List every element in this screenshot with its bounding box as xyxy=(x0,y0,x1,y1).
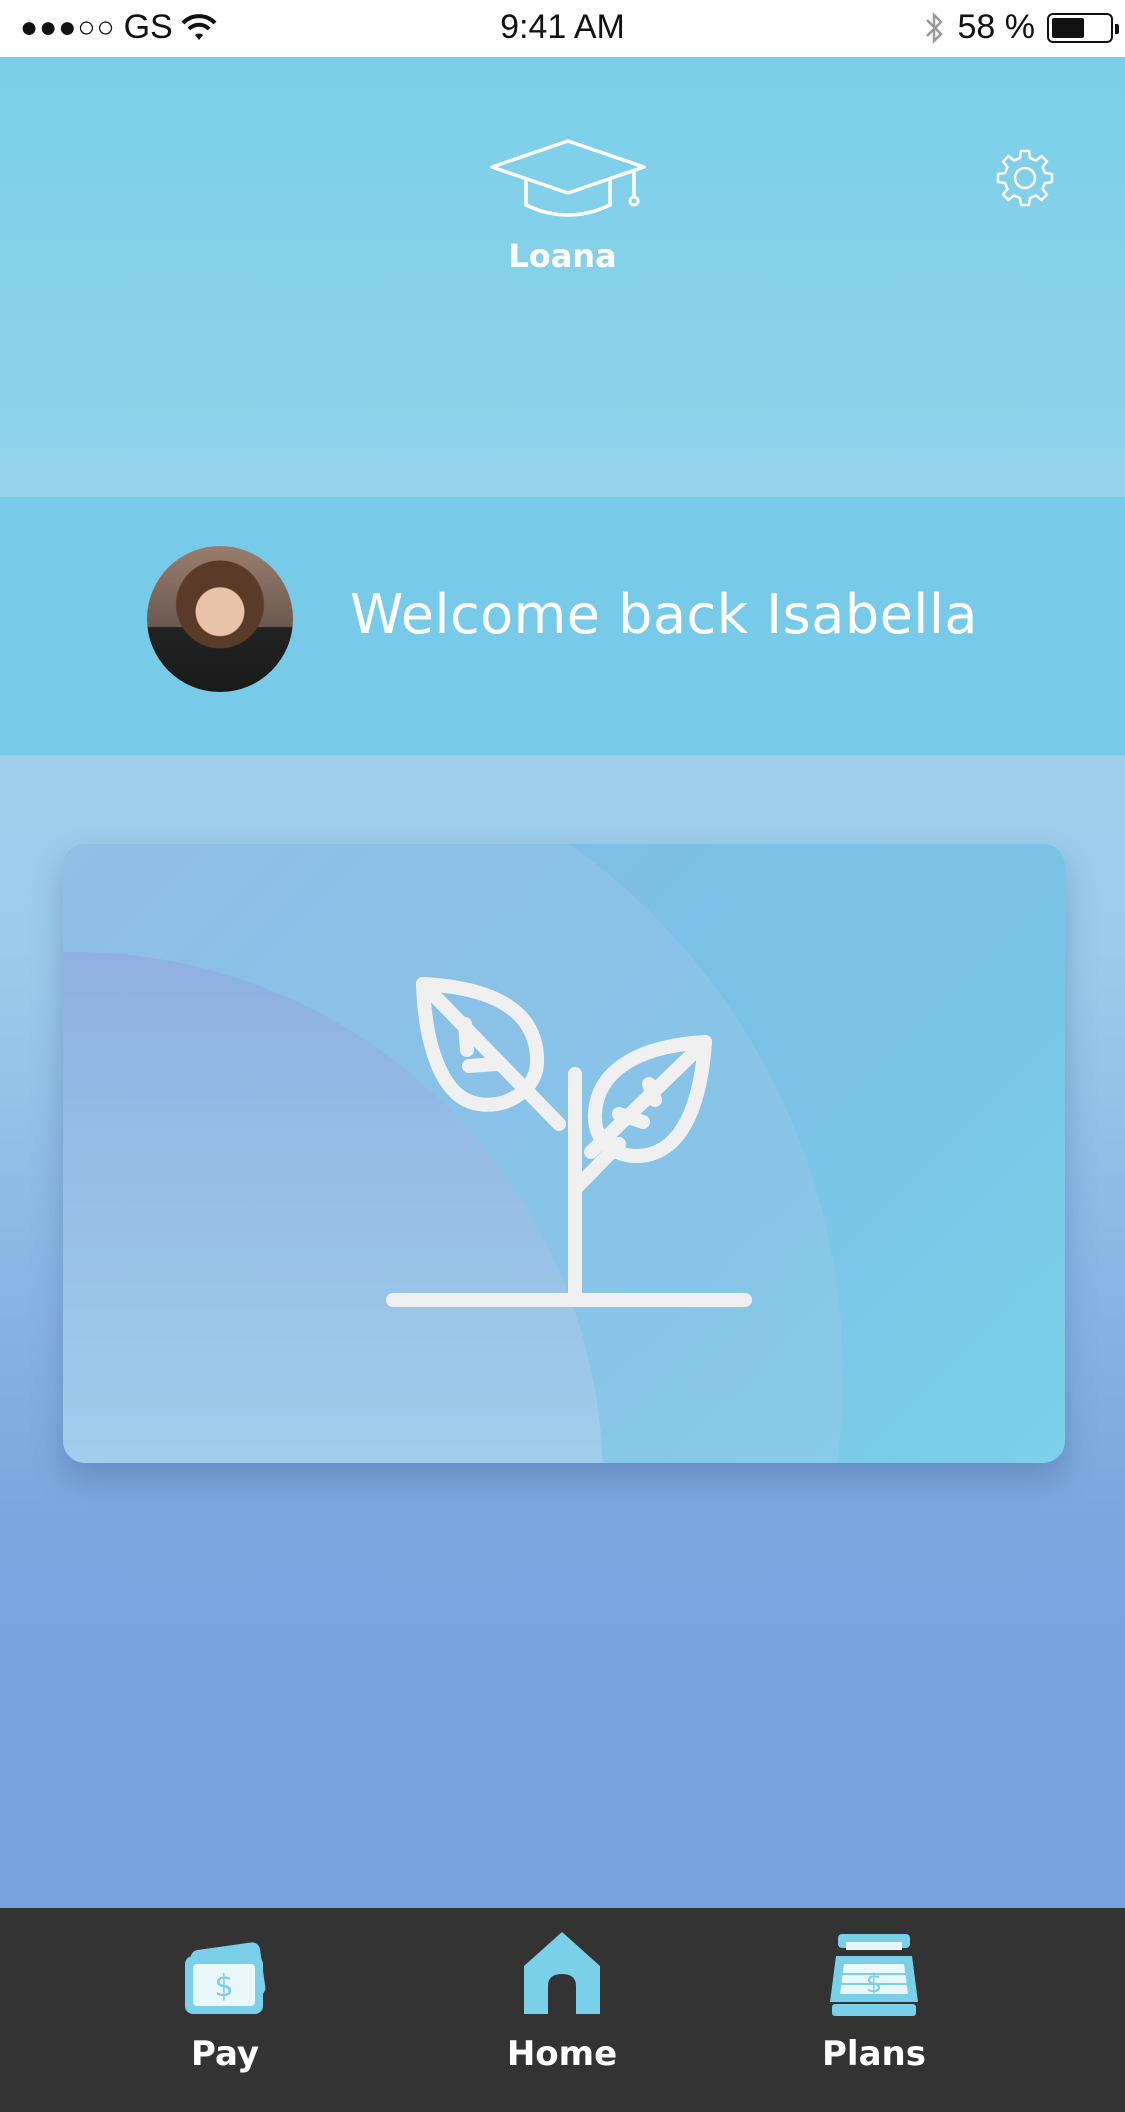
svg-text:$: $ xyxy=(866,1969,883,1999)
battery-level xyxy=(1052,17,1085,38)
avatar[interactable] xyxy=(147,546,293,692)
sprout-icon xyxy=(386,977,752,1307)
nav-home[interactable]: Home xyxy=(487,1908,637,2112)
money-icon: $ xyxy=(185,1942,266,2014)
nav-label-home: Home xyxy=(506,2034,618,2074)
status-left: ●●●○○ GS xyxy=(20,8,217,47)
nav-label-plans: Plans xyxy=(822,2034,926,2074)
battery-percent: 58 % xyxy=(957,8,1036,46)
welcome-message: Welcome back Isabella xyxy=(350,583,978,646)
nav-pay[interactable]: $ Pay xyxy=(150,1908,300,2112)
app-name: Loana xyxy=(508,237,617,275)
status-bar: ●●●○○ GS 9:41 AM 58 % xyxy=(0,0,1125,57)
signal-strength: ●●●○○ xyxy=(20,10,116,44)
carrier-name: GS xyxy=(123,8,173,46)
bluetooth-icon xyxy=(925,11,943,44)
home-icon xyxy=(524,1932,600,2014)
register-icon: $ xyxy=(830,1934,918,2016)
gear-icon[interactable] xyxy=(992,147,1058,213)
status-right: 58 % xyxy=(924,8,1119,47)
nav-label-pay: Pay xyxy=(190,2034,260,2074)
graduation-cap-icon xyxy=(490,139,646,217)
wifi-icon xyxy=(181,13,217,40)
battery-icon xyxy=(1047,12,1119,43)
growth-card[interactable] xyxy=(63,844,1065,1463)
bottom-nav: $ Pay Home $ Plans xyxy=(0,1908,1125,2112)
app-header: Loana xyxy=(0,57,1125,497)
svg-text:$: $ xyxy=(214,1969,233,2004)
nav-plans[interactable]: $ Plans xyxy=(799,1908,949,2112)
welcome-band: Welcome back Isabella xyxy=(0,497,1125,755)
